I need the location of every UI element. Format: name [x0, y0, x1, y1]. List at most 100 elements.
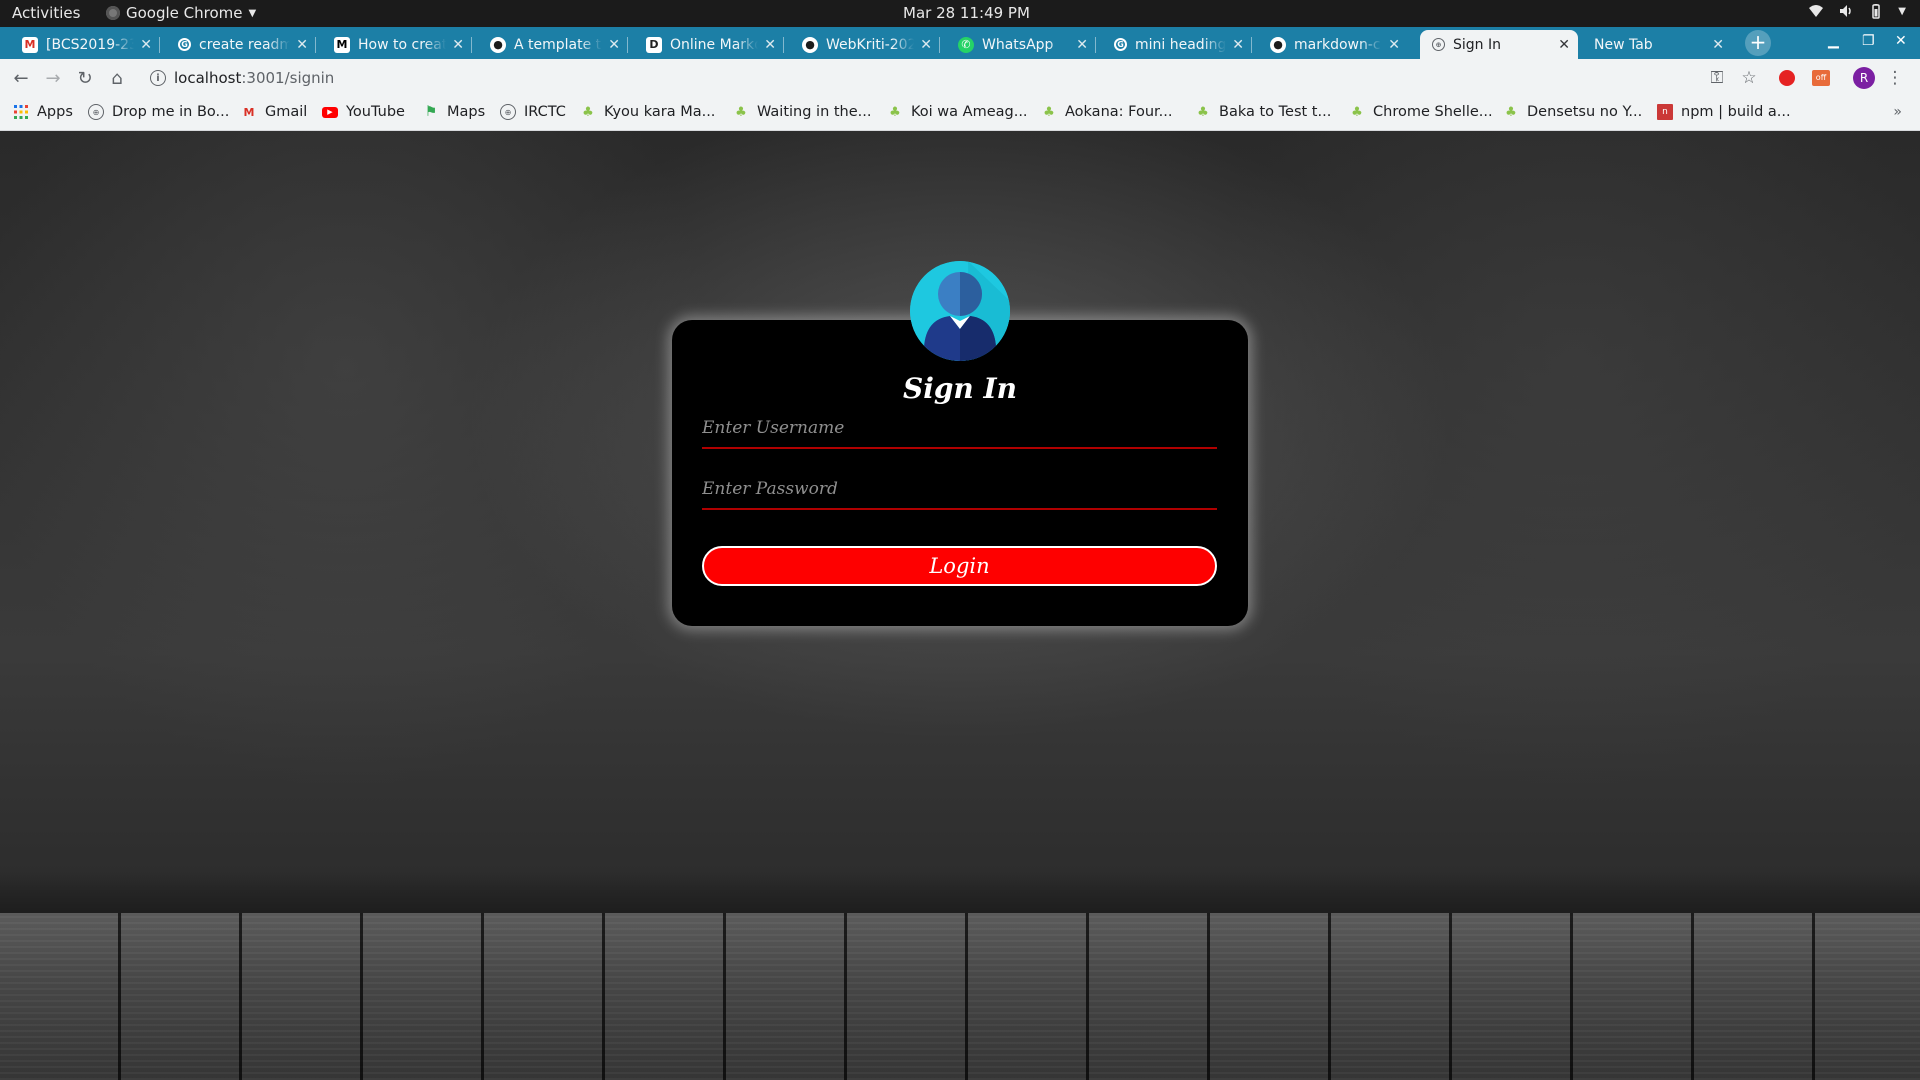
- extension-off-icon[interactable]: off: [1809, 66, 1833, 90]
- tab-active[interactable]: ⊕ Sign In ✕: [1420, 30, 1578, 59]
- medium-icon: M: [334, 36, 350, 53]
- anime-site-icon: ♣: [1197, 104, 1209, 120]
- kebab-menu-icon[interactable]: ⋮: [1885, 66, 1905, 90]
- tab-title: Online Markdown: [670, 36, 758, 53]
- bookmark-item[interactable]: M Gmail: [241, 104, 308, 120]
- app-menu-label: Google Chrome: [126, 4, 243, 22]
- bookmark-label: Maps: [447, 104, 486, 120]
- site-info-icon[interactable]: i: [150, 70, 166, 86]
- tab-separator: [627, 37, 628, 53]
- system-clock[interactable]: Mar 28 11:49 PM: [903, 4, 1030, 22]
- close-icon[interactable]: ✕: [452, 37, 464, 53]
- bookmark-item[interactable]: n npm | build a...: [1657, 104, 1791, 120]
- close-icon[interactable]: ✕: [140, 37, 152, 53]
- anime-site-icon: ♣: [582, 104, 594, 120]
- tab[interactable]: ✆ WhatsApp ✕: [946, 30, 1096, 59]
- close-icon[interactable]: ✕: [764, 37, 776, 53]
- restore-icon[interactable]: ❐: [1862, 33, 1875, 49]
- github-icon: ●: [1270, 36, 1286, 53]
- bookmark-item[interactable]: ♣ Chrome Shelle...: [1349, 104, 1492, 120]
- github-icon: ●: [802, 36, 818, 53]
- tab-title: Sign In: [1453, 36, 1501, 53]
- bookmark-item[interactable]: ⚑ Maps: [423, 104, 485, 120]
- profile-avatar[interactable]: R: [1852, 66, 1876, 90]
- tab[interactable]: New Tab ✕: [1582, 30, 1732, 59]
- tab-separator: [471, 37, 472, 53]
- anime-site-icon: ♣: [889, 104, 901, 120]
- github-icon: ●: [490, 36, 506, 53]
- system-top-bar: Activities Google Chrome ▼ Mar 28 11:49 …: [0, 0, 1920, 27]
- gmail-icon: M: [243, 105, 255, 119]
- login-button[interactable]: Login: [702, 546, 1217, 586]
- close-icon[interactable]: ✕: [1232, 37, 1244, 53]
- anime-site-icon: ♣: [735, 104, 747, 120]
- window-close-icon[interactable]: ✕: [1895, 33, 1907, 49]
- bookmark-apps[interactable]: Apps: [13, 104, 73, 120]
- close-icon[interactable]: ✕: [1558, 37, 1570, 53]
- anime-site-icon: ♣: [1043, 104, 1055, 120]
- close-icon[interactable]: ✕: [920, 37, 932, 53]
- whatsapp-icon: ✆: [958, 36, 974, 53]
- password-input[interactable]: [702, 474, 1217, 510]
- tab[interactable]: ● A template to ✕: [478, 30, 628, 59]
- close-icon[interactable]: ✕: [1388, 37, 1400, 53]
- adblock-extension-icon[interactable]: [1775, 66, 1799, 90]
- google-icon: G: [178, 38, 191, 51]
- bookmark-label: Drop me in Bo...: [112, 104, 230, 120]
- tab[interactable]: M [BCS2019-23] ✕: [10, 30, 160, 59]
- reload-icon[interactable]: ↻: [73, 66, 97, 90]
- tab-title: WhatsApp: [982, 36, 1054, 53]
- wifi-icon: [1809, 5, 1824, 17]
- bookmark-label: Apps: [37, 104, 73, 120]
- tab[interactable]: ● WebKriti-2020 ✕: [790, 30, 940, 59]
- tab[interactable]: D Online Markdown ✕: [634, 30, 784, 59]
- bookmark-label: Waiting in the...: [757, 104, 872, 120]
- bookmark-label: Densetsu no Y...: [1527, 104, 1643, 120]
- avatar: R: [1853, 67, 1875, 89]
- close-icon[interactable]: ✕: [296, 37, 308, 53]
- tab[interactable]: ● markdown-cheatsheet ✕: [1258, 30, 1408, 59]
- bookmark-item[interactable]: ♣ Densetsu no Y...: [1503, 104, 1642, 120]
- anime-site-icon: ♣: [1505, 104, 1517, 120]
- key-icon[interactable]: ⚿: [1705, 66, 1729, 90]
- close-icon[interactable]: ✕: [608, 37, 620, 53]
- back-arrow-icon[interactable]: ←: [9, 66, 33, 90]
- tab[interactable]: M How to create ✕: [322, 30, 472, 59]
- new-tab-button[interactable]: +: [1745, 30, 1771, 56]
- bookmark-item[interactable]: ♣ Kyou kara Ma...: [580, 104, 715, 120]
- user-silhouette-icon: [910, 261, 1010, 361]
- activities-button[interactable]: Activities: [12, 4, 80, 22]
- bookmark-item[interactable]: ♣ Waiting in the...: [733, 104, 872, 120]
- google-icon: G: [1114, 38, 1127, 51]
- bookmark-label: Gmail: [265, 104, 308, 120]
- star-icon[interactable]: ☆: [1737, 66, 1761, 90]
- tab-title: mini heading: [1135, 36, 1227, 53]
- bookmark-item[interactable]: ♣ Baka to Test t...: [1195, 104, 1331, 120]
- tab-title: How to create: [358, 36, 447, 53]
- bookmark-label: Aokana: Four...: [1065, 104, 1173, 120]
- bookmark-item[interactable]: ♣ Aokana: Four...: [1041, 104, 1172, 120]
- close-icon[interactable]: ✕: [1076, 37, 1088, 53]
- tab-title: create readme: [199, 36, 291, 53]
- tab[interactable]: G create readme ✕: [166, 30, 316, 59]
- browser-toolbar: ← → ↻ ⌂ i localhost:3001/signin ⚿ ☆ off …: [0, 59, 1920, 97]
- app-menu[interactable]: Google Chrome ▼: [106, 4, 256, 22]
- tab-title: markdown-cheatsheet: [1294, 36, 1382, 53]
- tab[interactable]: G mini heading ✕: [1102, 30, 1252, 59]
- minimize-icon[interactable]: ▁: [1828, 33, 1839, 49]
- home-icon[interactable]: ⌂: [105, 66, 129, 90]
- bookmark-item[interactable]: ♣ Koi wa Ameag...: [887, 104, 1027, 120]
- chevron-double-right-icon[interactable]: »: [1893, 104, 1902, 120]
- bookmark-item[interactable]: ⊕ Drop me in Bo...: [88, 104, 229, 120]
- tab-separator: [315, 37, 316, 53]
- globe-icon: ⊕: [88, 104, 104, 120]
- caret-down-icon: ▼: [248, 7, 257, 19]
- apps-grid-icon: [13, 104, 29, 120]
- close-icon[interactable]: ✕: [1712, 37, 1724, 53]
- address-bar[interactable]: i localhost:3001/signin: [140, 62, 1700, 94]
- bookmark-item[interactable]: ⊕ IRCTC: [500, 104, 566, 120]
- forward-arrow-icon[interactable]: →: [41, 66, 65, 90]
- bookmark-item[interactable]: ▶ YouTube: [322, 104, 405, 120]
- username-input[interactable]: [702, 413, 1217, 449]
- system-tray[interactable]: ▼: [1808, 3, 1906, 19]
